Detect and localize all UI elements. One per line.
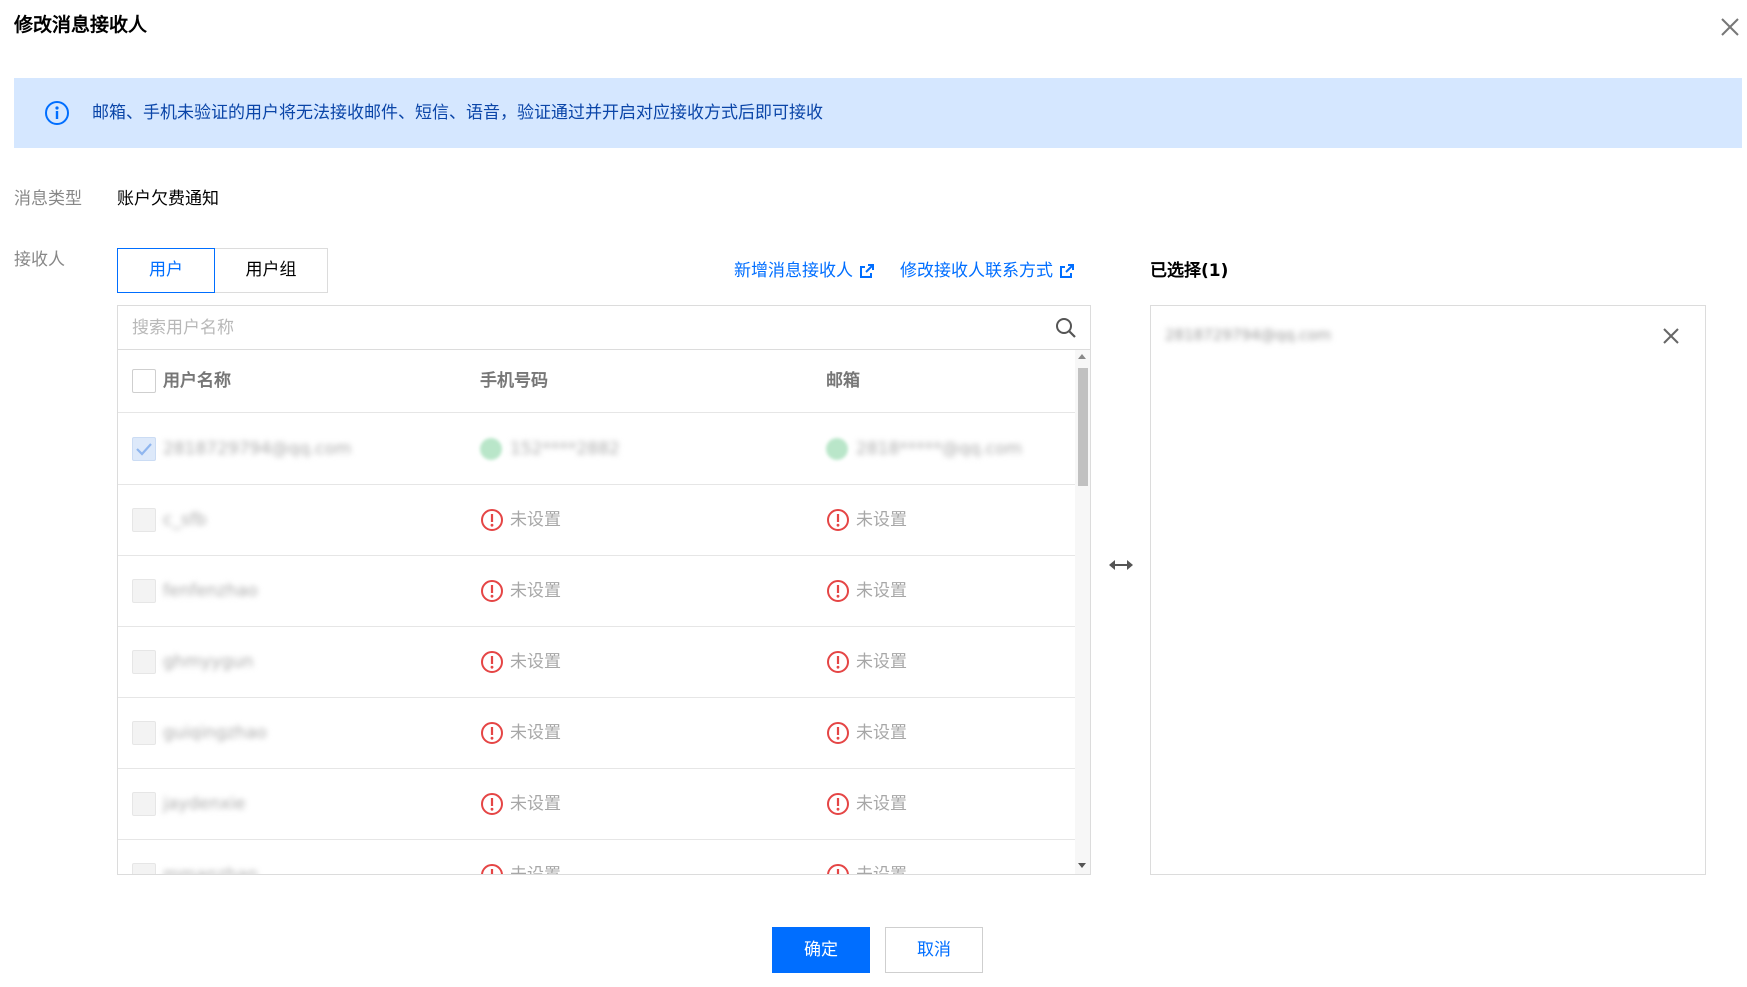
- recipient-label: 接收人: [14, 250, 65, 270]
- row-phone: 未设置: [480, 556, 561, 626]
- scrollbar-thumb[interactable]: [1078, 368, 1088, 486]
- add-recipient-link[interactable]: 新增消息接收人: [734, 258, 875, 284]
- table-header: 用户名称 手机号码 邮箱: [118, 350, 1075, 413]
- column-header-email: 邮箱: [826, 371, 860, 391]
- row-phone: 未设置: [480, 698, 561, 768]
- row-checkbox[interactable]: [132, 863, 156, 874]
- warning-icon: [481, 722, 503, 744]
- scroll-up-arrow-icon[interactable]: [1078, 354, 1086, 359]
- row-checkbox[interactable]: [132, 508, 156, 532]
- close-icon: [1663, 328, 1679, 344]
- tab-users[interactable]: 用户: [117, 248, 215, 293]
- row-username: fenfenzhao: [163, 581, 258, 601]
- row-email: 未设置: [826, 698, 907, 768]
- row-username: jaydenxie: [163, 794, 246, 814]
- select-all-checkbox[interactable]: [132, 369, 156, 393]
- row-email: 未设置: [826, 840, 907, 874]
- row-username: c_sfb: [163, 510, 207, 530]
- external-link-icon: [860, 264, 874, 278]
- table-row[interactable]: mmanzhan 未设置 未设置: [118, 840, 1075, 875]
- table-row[interactable]: jaydenxie 未设置 未设置: [118, 769, 1075, 840]
- warning-icon: [481, 509, 503, 531]
- row-email: 2818*****@qq.com: [826, 414, 1022, 484]
- warning-icon: [827, 651, 849, 673]
- table-row[interactable]: c_sfb 未设置 未设置: [118, 485, 1075, 556]
- warning-icon: [481, 651, 503, 673]
- info-alert: 邮箱、手机未验证的用户将无法接收邮件、短信、语音，验证通过并开启对应接收方式后即…: [14, 78, 1742, 148]
- verified-icon: [826, 438, 848, 460]
- row-username: guiqingzhao: [163, 723, 267, 743]
- cancel-button[interactable]: 取消: [885, 927, 983, 973]
- warning-icon: [481, 580, 503, 602]
- table-row[interactable]: fenfenzhao 未设置 未设置: [118, 556, 1075, 627]
- verified-icon: [480, 438, 502, 460]
- row-phone: 未设置: [480, 485, 561, 555]
- warning-icon: [827, 864, 849, 874]
- table-body: 2818729794@qq.com 152****2882 2818*****@…: [118, 414, 1075, 875]
- confirm-button[interactable]: 确定: [772, 927, 870, 973]
- table-row[interactable]: 2818729794@qq.com 152****2882 2818*****@…: [118, 414, 1075, 485]
- warning-icon: [481, 793, 503, 815]
- row-username: mmanzhan: [163, 865, 259, 875]
- row-phone: 未设置: [480, 840, 561, 874]
- remove-selected-button[interactable]: [1659, 324, 1683, 348]
- row-checkbox[interactable]: [132, 437, 156, 461]
- close-icon: [1721, 18, 1739, 36]
- selected-item: 2818729794@qq.com: [1165, 326, 1332, 344]
- add-recipient-link-label: 新增消息接收人: [734, 261, 853, 281]
- edit-contact-link-label: 修改接收人联系方式: [900, 261, 1053, 281]
- transfer-arrows-icon: [1109, 560, 1133, 570]
- info-icon: [45, 101, 69, 125]
- row-checkbox[interactable]: [132, 721, 156, 745]
- row-checkbox[interactable]: [132, 579, 156, 603]
- check-icon: [136, 443, 152, 456]
- recipient-tabs: 用户 用户组: [117, 248, 328, 293]
- user-table-panel: 用户名称 手机号码 邮箱 2818729794@qq.com 152****28…: [117, 305, 1091, 875]
- row-email: 未设置: [826, 769, 907, 839]
- dialog-title: 修改消息接收人: [14, 14, 148, 36]
- warning-icon: [827, 509, 849, 531]
- selected-title: 已选择(1): [1150, 261, 1229, 281]
- edit-contact-link[interactable]: 修改接收人联系方式: [900, 258, 1075, 284]
- column-header-phone: 手机号码: [480, 371, 548, 391]
- close-dialog-button[interactable]: [1715, 12, 1745, 42]
- row-username: 2818729794@qq.com: [163, 439, 352, 459]
- row-email: 未设置: [826, 485, 907, 555]
- selected-panel: 2818729794@qq.com: [1150, 305, 1706, 875]
- external-link-icon: [1060, 264, 1074, 278]
- row-phone: 未设置: [480, 769, 561, 839]
- warning-icon: [827, 722, 849, 744]
- row-username: ghmyygun: [163, 652, 254, 672]
- table-row[interactable]: ghmyygun 未设置 未设置: [118, 627, 1075, 698]
- search-icon[interactable]: [1054, 316, 1078, 340]
- alert-text: 邮箱、手机未验证的用户将无法接收邮件、短信、语音，验证通过并开启对应接收方式后即…: [92, 103, 823, 123]
- row-checkbox[interactable]: [132, 792, 156, 816]
- row-phone: 未设置: [480, 627, 561, 697]
- message-type-value: 账户欠费通知: [117, 189, 219, 209]
- column-header-username: 用户名称: [163, 371, 231, 391]
- warning-icon: [827, 580, 849, 602]
- table-row[interactable]: guiqingzhao 未设置 未设置: [118, 698, 1075, 769]
- row-checkbox[interactable]: [132, 650, 156, 674]
- row-email: 未设置: [826, 627, 907, 697]
- warning-icon: [827, 793, 849, 815]
- message-type-label: 消息类型: [14, 189, 82, 209]
- tab-user-groups[interactable]: 用户组: [215, 248, 328, 293]
- row-phone: 152****2882: [480, 414, 620, 484]
- table-scrollbar[interactable]: [1075, 350, 1090, 874]
- row-email: 未设置: [826, 556, 907, 626]
- search-bar: [118, 306, 1090, 350]
- scroll-down-arrow-icon[interactable]: [1078, 863, 1086, 868]
- warning-icon: [481, 864, 503, 874]
- search-input[interactable]: [118, 306, 1038, 349]
